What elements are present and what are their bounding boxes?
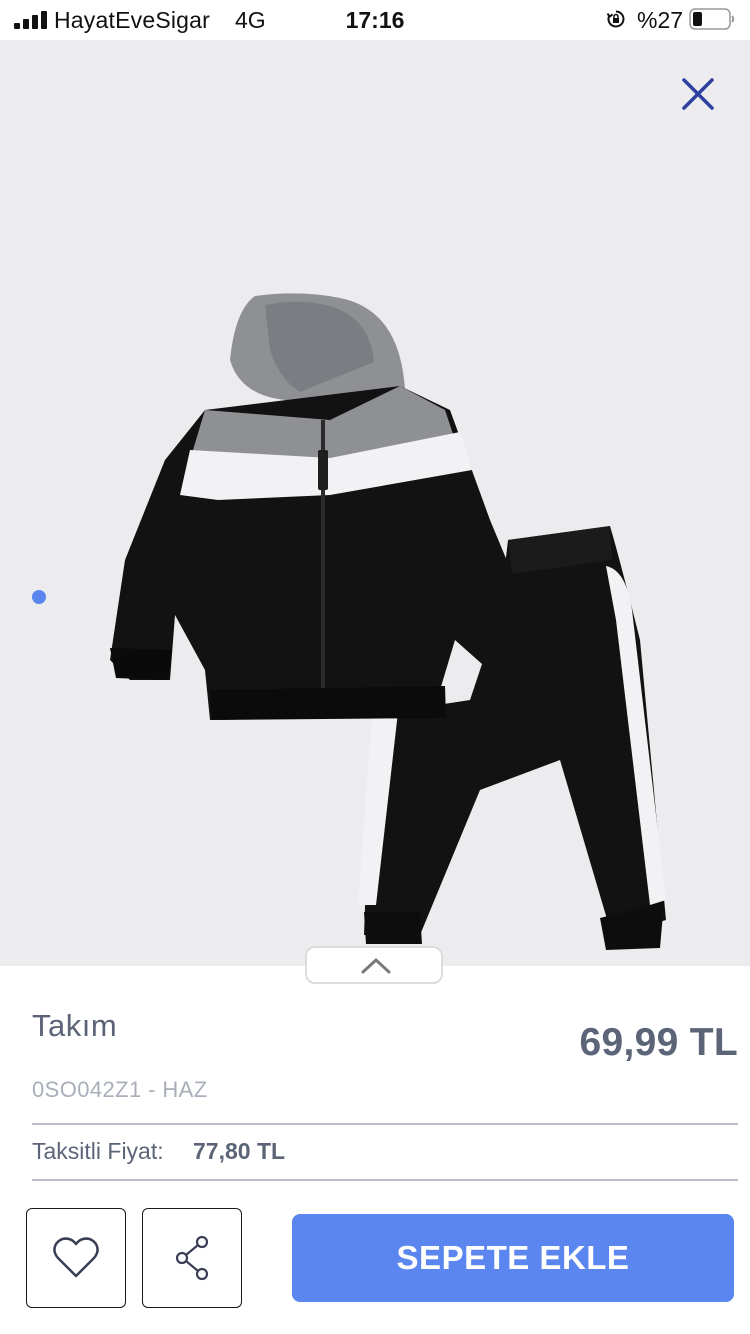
close-button[interactable] bbox=[672, 68, 724, 120]
product-title: Takım bbox=[32, 1008, 118, 1043]
battery-percentage: %27 bbox=[637, 7, 684, 33]
gallery-page-indicator[interactable] bbox=[32, 590, 46, 604]
battery-icon bbox=[689, 8, 735, 30]
product-code: 0SO042Z1 - HAZ bbox=[32, 1077, 208, 1102]
divider bbox=[32, 1179, 738, 1181]
chevron-up-icon bbox=[361, 958, 391, 974]
status-bar: HayatEveSigar 4G 17:16 %27 bbox=[0, 0, 750, 40]
favorite-button[interactable] bbox=[26, 1208, 126, 1308]
product-price: 69,99 TL bbox=[579, 1021, 738, 1064]
product-image-gallery[interactable] bbox=[0, 40, 750, 966]
jacket-image bbox=[110, 293, 540, 720]
installment-price: 77,80 TL bbox=[193, 1138, 286, 1164]
share-button[interactable] bbox=[142, 1208, 242, 1308]
heart-icon bbox=[53, 1237, 99, 1278]
share-icon bbox=[175, 1235, 209, 1281]
expand-details-button[interactable] bbox=[305, 946, 443, 984]
installment-label: Taksitli Fiyat: bbox=[32, 1138, 164, 1164]
add-to-cart-button[interactable]: SEPETE EKLE bbox=[292, 1214, 734, 1302]
rotation-lock-icon bbox=[606, 10, 625, 28]
product-photo bbox=[110, 293, 666, 950]
divider bbox=[32, 1123, 738, 1125]
